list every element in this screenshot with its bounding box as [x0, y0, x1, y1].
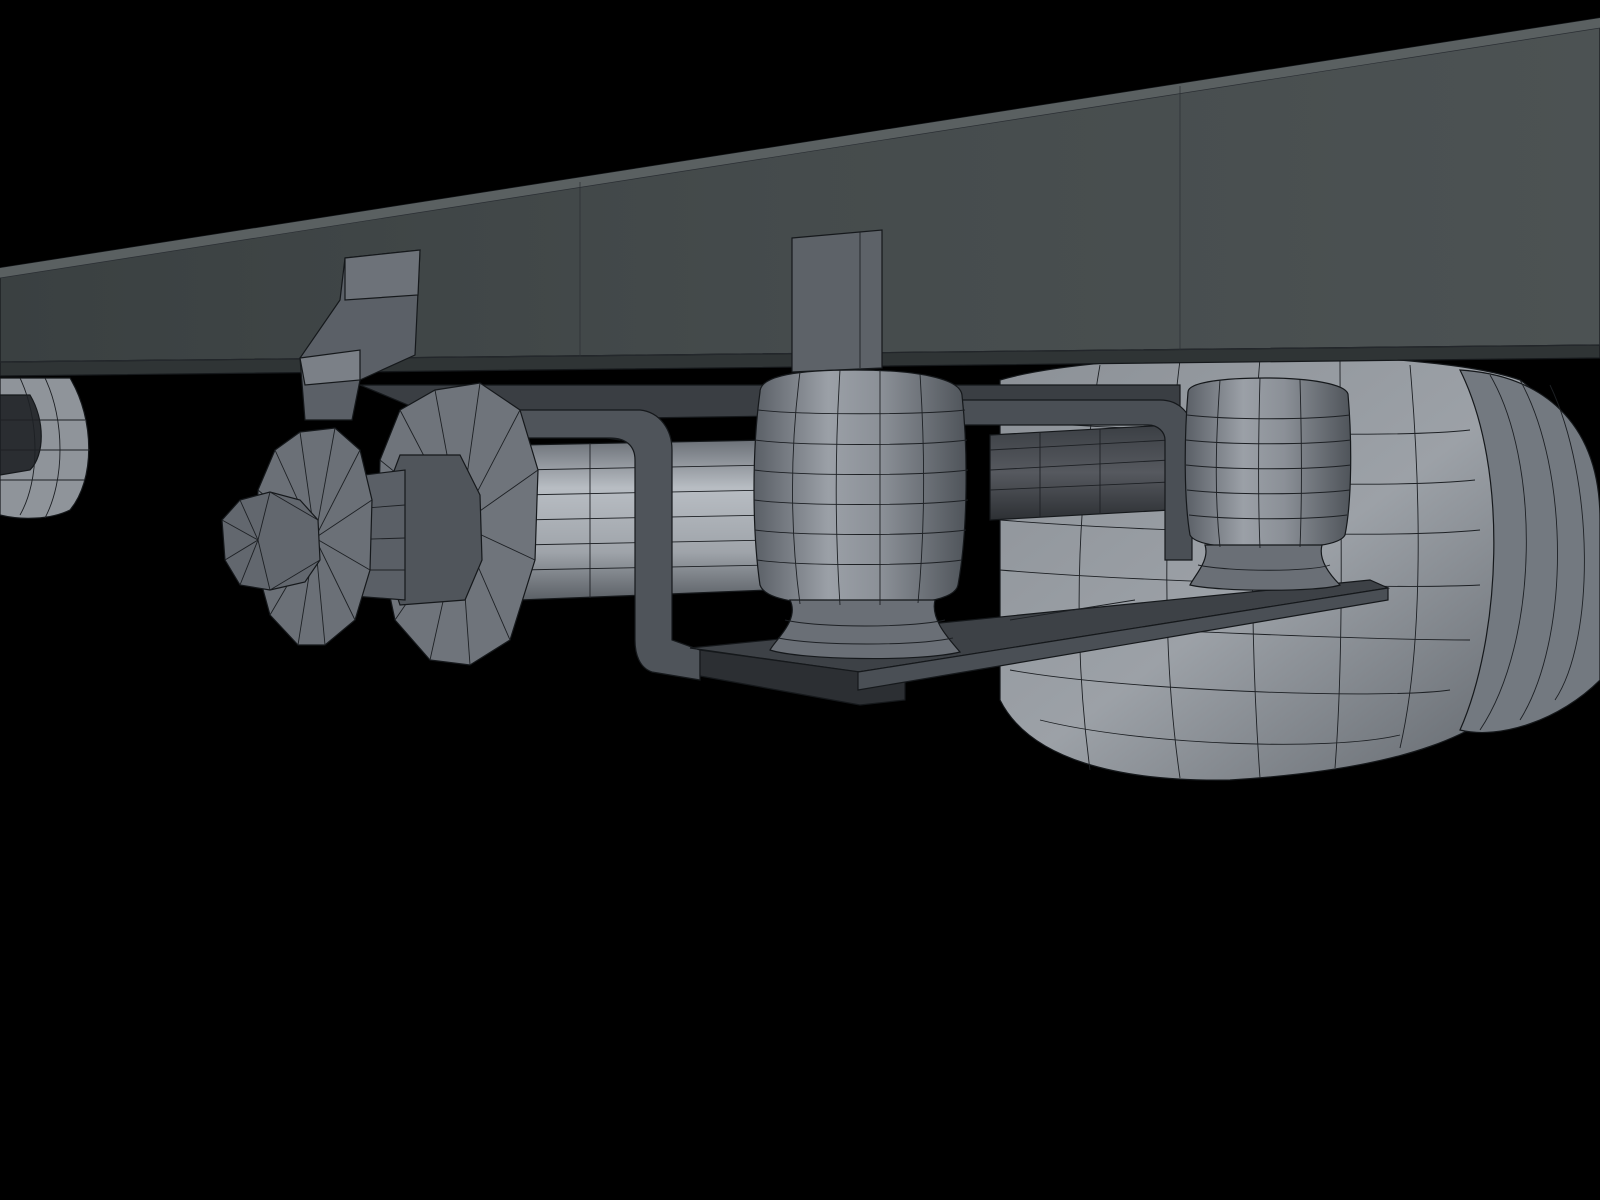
front-air-spring	[753, 369, 969, 660]
rear-hanger-bracket	[791, 229, 883, 373]
render-canvas	[0, 17, 1600, 781]
left-wheel	[0, 377, 90, 519]
3d-viewport[interactable]	[0, 0, 1600, 1200]
hub-cap	[221, 491, 321, 591]
